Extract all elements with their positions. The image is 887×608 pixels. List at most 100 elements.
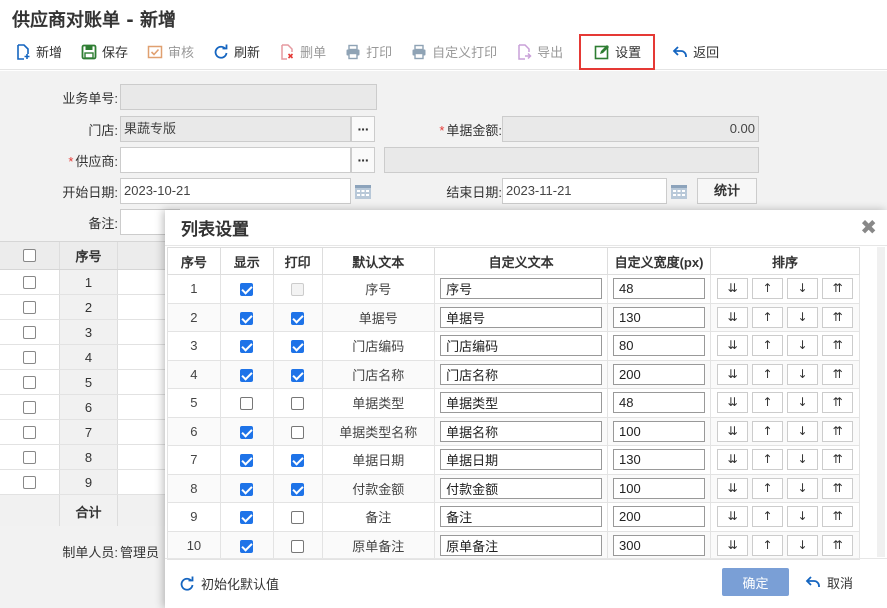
row-checkbox[interactable]: [23, 275, 36, 289]
move-bottom-button[interactable]: ⇈: [822, 392, 853, 414]
move-down-button[interactable]: ↓: [787, 306, 818, 328]
move-up-button[interactable]: ↑: [752, 278, 783, 300]
move-up-button[interactable]: ↑: [752, 392, 783, 414]
show-checkbox[interactable]: [240, 539, 254, 553]
row-checkbox[interactable]: [23, 375, 36, 389]
start-date-field[interactable]: 2023-10-21: [120, 178, 351, 204]
cancel-button[interactable]: 取消: [805, 568, 853, 596]
move-up-button[interactable]: ↑: [752, 306, 783, 328]
custom-text-input[interactable]: [440, 363, 603, 385]
move-top-button[interactable]: ⇊: [717, 534, 748, 556]
show-checkbox[interactable]: [240, 368, 254, 382]
show-checkbox[interactable]: [240, 311, 254, 325]
move-up-button[interactable]: ↑: [752, 506, 783, 528]
move-down-button[interactable]: ↓: [787, 335, 818, 357]
table-row[interactable]: 9: [0, 470, 170, 495]
move-bottom-button[interactable]: ⇈: [822, 534, 853, 556]
custom-text-input[interactable]: [440, 449, 603, 471]
custom-text-input[interactable]: [440, 278, 603, 300]
move-top-button[interactable]: ⇊: [717, 477, 748, 499]
move-top-button[interactable]: ⇊: [717, 278, 748, 300]
custom-text-input[interactable]: [440, 506, 603, 528]
dialog-scrollbar[interactable]: [877, 247, 885, 557]
show-checkbox[interactable]: [240, 425, 254, 439]
move-top-button[interactable]: ⇊: [717, 306, 748, 328]
move-down-button[interactable]: ↓: [787, 278, 818, 300]
export-button[interactable]: 导出: [509, 38, 569, 66]
move-bottom-button[interactable]: ⇈: [822, 506, 853, 528]
move-up-button[interactable]: ↑: [752, 420, 783, 442]
close-icon[interactable]: ✖: [860, 215, 877, 240]
table-row[interactable]: 4: [0, 345, 170, 370]
custom-width-input[interactable]: [613, 449, 706, 471]
row-checkbox[interactable]: [23, 475, 36, 489]
move-top-button[interactable]: ⇊: [717, 420, 748, 442]
print-checkbox[interactable]: [291, 425, 305, 439]
store-more-button[interactable]: ···: [351, 116, 375, 142]
save-button[interactable]: 保存: [74, 38, 134, 66]
move-top-button[interactable]: ⇊: [717, 335, 748, 357]
row-checkbox[interactable]: [23, 450, 36, 464]
move-up-button[interactable]: ↑: [752, 363, 783, 385]
supplier-field[interactable]: [120, 147, 351, 173]
custom-width-input[interactable]: [613, 506, 706, 528]
show-checkbox[interactable]: [240, 340, 254, 354]
print-checkbox[interactable]: [291, 454, 305, 468]
show-checkbox[interactable]: [240, 454, 254, 468]
confirm-button[interactable]: 确定: [722, 568, 789, 596]
custom-text-input[interactable]: [440, 335, 603, 357]
move-bottom-button[interactable]: ⇈: [822, 449, 853, 471]
row-checkbox[interactable]: [23, 325, 36, 339]
table-row[interactable]: 6: [0, 395, 170, 420]
custom-print-button[interactable]: 自定义打印: [404, 38, 503, 66]
print-button[interactable]: 打印: [338, 38, 398, 66]
custom-width-input[interactable]: [613, 363, 706, 385]
custom-text-input[interactable]: [440, 477, 603, 499]
print-checkbox[interactable]: [291, 511, 305, 525]
row-checkbox[interactable]: [23, 400, 36, 414]
row-checkbox[interactable]: [23, 300, 36, 314]
custom-width-input[interactable]: [613, 306, 706, 328]
stat-button[interactable]: 统计: [697, 178, 758, 204]
row-checkbox[interactable]: [23, 425, 36, 439]
move-down-button[interactable]: ↓: [787, 449, 818, 471]
table-row[interactable]: 2: [0, 295, 170, 320]
move-down-button[interactable]: ↓: [787, 477, 818, 499]
custom-width-input[interactable]: [613, 335, 706, 357]
move-bottom-button[interactable]: ⇈: [822, 335, 853, 357]
show-checkbox[interactable]: [240, 511, 254, 525]
refresh-button[interactable]: 刷新: [206, 38, 266, 66]
move-top-button[interactable]: ⇊: [717, 392, 748, 414]
calendar-icon[interactable]: [351, 178, 375, 204]
custom-text-input[interactable]: [440, 534, 603, 556]
print-checkbox[interactable]: [291, 482, 305, 496]
custom-text-input[interactable]: [440, 306, 603, 328]
select-all-checkbox[interactable]: [23, 249, 36, 262]
print-checkbox[interactable]: [291, 539, 305, 553]
custom-width-input[interactable]: [613, 420, 706, 442]
supplier-more-button[interactable]: ···: [351, 147, 375, 173]
row-checkbox[interactable]: [23, 350, 36, 364]
show-checkbox[interactable]: [240, 482, 254, 496]
move-up-button[interactable]: ↑: [752, 335, 783, 357]
amount-field[interactable]: 0.00: [502, 116, 759, 142]
calendar-icon[interactable]: [667, 178, 691, 204]
move-top-button[interactable]: ⇊: [717, 449, 748, 471]
table-row[interactable]: 7: [0, 420, 170, 445]
print-checkbox[interactable]: [291, 340, 305, 354]
show-checkbox[interactable]: [240, 283, 254, 297]
reset-defaults-button[interactable]: 初始化默认值: [179, 574, 279, 593]
move-down-button[interactable]: ↓: [787, 506, 818, 528]
move-down-button[interactable]: ↓: [787, 392, 818, 414]
move-down-button[interactable]: ↓: [787, 363, 818, 385]
business-no-field[interactable]: [120, 84, 377, 110]
store-field[interactable]: 果蔬专版: [120, 116, 351, 142]
table-row[interactable]: 3: [0, 320, 170, 345]
move-bottom-button[interactable]: ⇈: [822, 306, 853, 328]
move-up-button[interactable]: ↑: [752, 477, 783, 499]
print-checkbox[interactable]: [291, 368, 305, 382]
move-top-button[interactable]: ⇊: [717, 363, 748, 385]
custom-text-input[interactable]: [440, 420, 603, 442]
move-up-button[interactable]: ↑: [752, 534, 783, 556]
move-bottom-button[interactable]: ⇈: [822, 278, 853, 300]
